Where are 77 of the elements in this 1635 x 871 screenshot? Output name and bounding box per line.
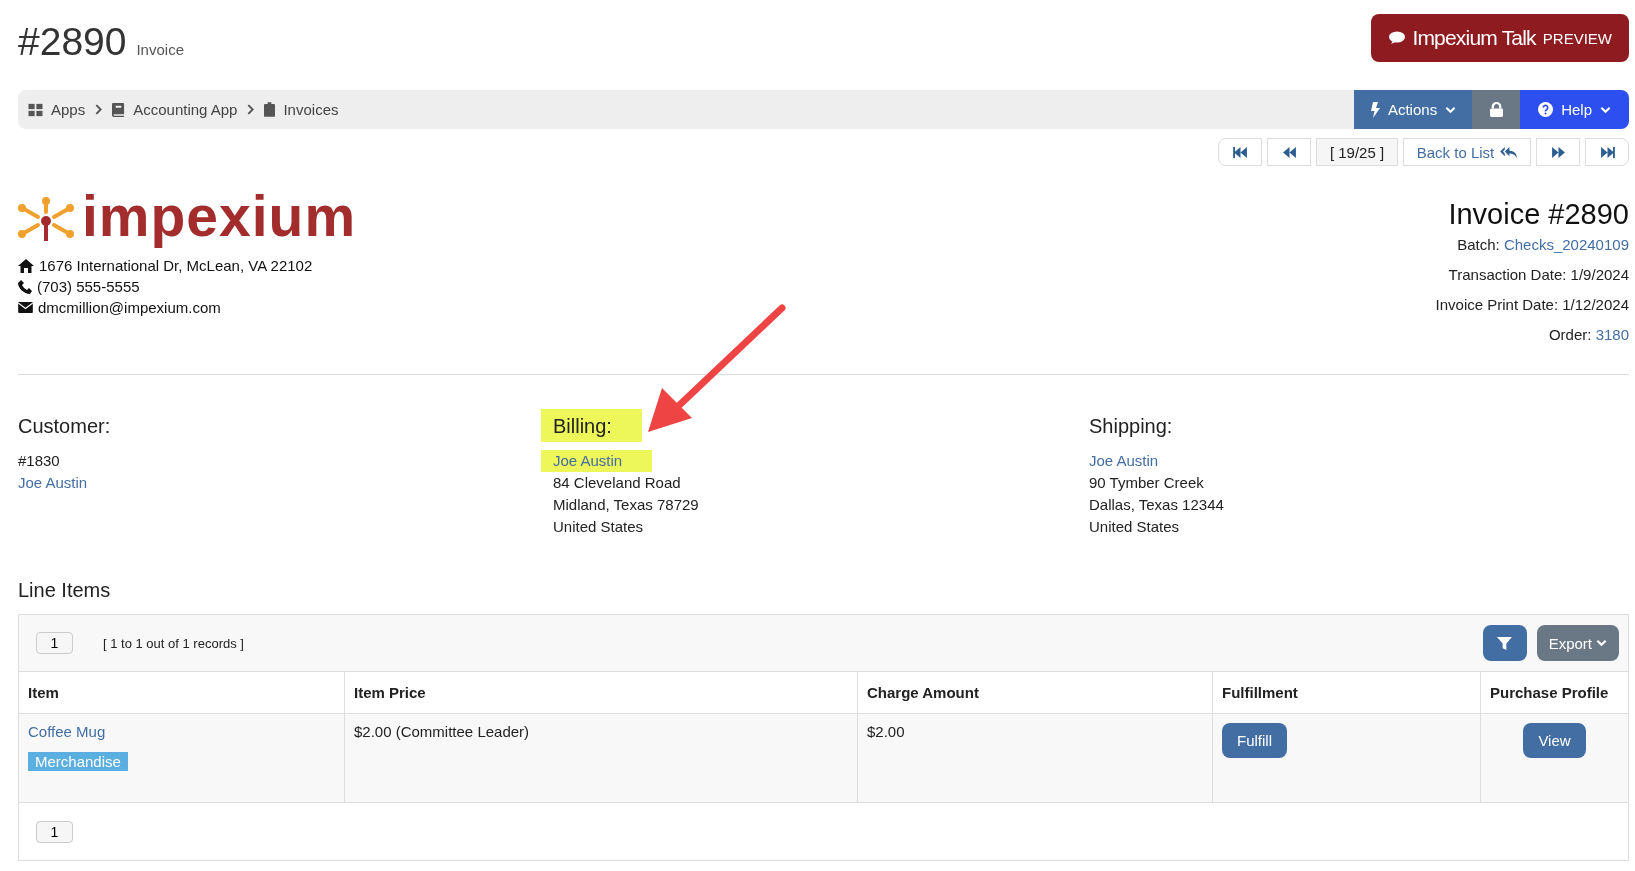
company-address: 1676 International Dr, McLean, VA 22102	[39, 257, 313, 274]
section-heading: Customer:	[18, 414, 112, 439]
address-line: 90 Tymber Creek	[1089, 473, 1205, 493]
transaction-date: Transaction Date: 1/9/2024	[1448, 266, 1629, 283]
filter-icon	[1497, 635, 1513, 651]
speech-bubble-icon	[1389, 31, 1406, 45]
export-button[interactable]: Export	[1536, 625, 1619, 661]
item-link[interactable]: Coffee Mug	[28, 723, 106, 740]
caret-down-icon	[1596, 639, 1607, 647]
actions-button[interactable]: Actions	[1353, 90, 1473, 129]
page-button[interactable]: 1	[36, 820, 73, 843]
view-button[interactable]: View	[1523, 723, 1586, 758]
rewind-icon	[1281, 146, 1297, 158]
book-icon	[112, 102, 126, 117]
company-email: dmcmillion@impexium.com	[38, 299, 221, 316]
envelope-icon	[18, 302, 33, 313]
invoice-title: Invoice #2890	[1448, 198, 1629, 231]
skip-forward-icon	[1599, 146, 1615, 158]
back-to-list-button[interactable]: Back to List	[1403, 138, 1531, 166]
highlighted-name-link[interactable]: Joe Austin	[541, 450, 653, 472]
column-header: Charge Amount	[857, 672, 1213, 714]
name-link[interactable]: Joe Austin	[1089, 450, 1171, 472]
filter-button[interactable]	[1482, 625, 1527, 661]
breadcrumb-link[interactable]: Accounting App	[112, 101, 238, 118]
batch-link[interactable]: Checks_20240109	[1503, 236, 1629, 253]
column-header: Purchase Profile	[1480, 672, 1628, 714]
address-line: United States	[1089, 517, 1181, 537]
preview-label: PREVIEW	[1542, 29, 1612, 47]
table-cell: $2.00 (Committee Leader)	[344, 713, 858, 803]
lightning-icon	[1369, 101, 1380, 118]
last-page-button[interactable]	[1585, 138, 1629, 166]
help-icon	[1538, 102, 1554, 117]
column-header: Item Price	[344, 672, 858, 714]
caret-down-icon	[1600, 105, 1611, 114]
next-button[interactable]	[1536, 138, 1580, 166]
address-line: Midland, Texas 78729	[553, 495, 700, 515]
section-heading: Line Items	[18, 579, 112, 602]
page-button[interactable]: 1	[36, 632, 73, 654]
fast-forward-icon	[1550, 146, 1566, 158]
company-phone: (703) 555-5555	[37, 278, 140, 295]
category-tag: Merchandise	[28, 752, 128, 771]
home-icon	[18, 258, 34, 273]
address-line: United States	[553, 517, 645, 537]
table-cell: $2.00	[857, 713, 1213, 803]
help-button[interactable]: Help	[1520, 90, 1629, 129]
highlighted-heading: Billing:	[541, 409, 642, 442]
section-heading: Shipping:	[1089, 414, 1174, 439]
first-page-button[interactable]	[1218, 138, 1262, 166]
order-label: Order:	[1548, 326, 1592, 343]
breadcrumb-link[interactable]: Apps	[28, 101, 86, 118]
page-title: #2890	[18, 20, 127, 64]
address-line: Dallas, Texas 12344	[1089, 495, 1225, 515]
previous-button[interactable]	[1267, 138, 1311, 166]
column-header: Item	[19, 672, 345, 714]
order-link[interactable]: 3180	[1595, 326, 1629, 343]
print-date: Invoice Print Date: 1/12/2024	[1435, 296, 1629, 313]
chevron-right-icon	[247, 104, 255, 115]
batch-label: Batch:	[1457, 236, 1500, 253]
name-link[interactable]: Joe Austin	[18, 472, 100, 494]
page-subtitle: Invoice	[136, 41, 184, 58]
breadcrumb-link[interactable]: Invoices	[264, 101, 339, 118]
grid-icon	[28, 102, 43, 117]
chevron-right-icon	[95, 104, 103, 115]
chat-button[interactable]: Impexium Talk PREVIEW	[1371, 14, 1629, 62]
clipboard-icon	[264, 102, 276, 117]
address-line: 84 Cleveland Road	[553, 473, 682, 493]
phone-icon	[18, 279, 32, 294]
lock-icon	[1489, 102, 1503, 117]
skip-back-icon	[1232, 146, 1248, 158]
reply-all-icon	[1500, 145, 1518, 159]
fulfill-button[interactable]: Fulfill	[1222, 723, 1287, 758]
record-count: [ 1 to 1 out of 1 records ]	[103, 635, 244, 651]
record-position-button[interactable]: [ 19/25 ]	[1316, 138, 1398, 166]
address-line: #1830	[18, 451, 61, 471]
caret-down-icon	[1445, 105, 1457, 114]
column-header: Fulfillment	[1212, 672, 1481, 714]
lock-button[interactable]	[1472, 90, 1521, 129]
